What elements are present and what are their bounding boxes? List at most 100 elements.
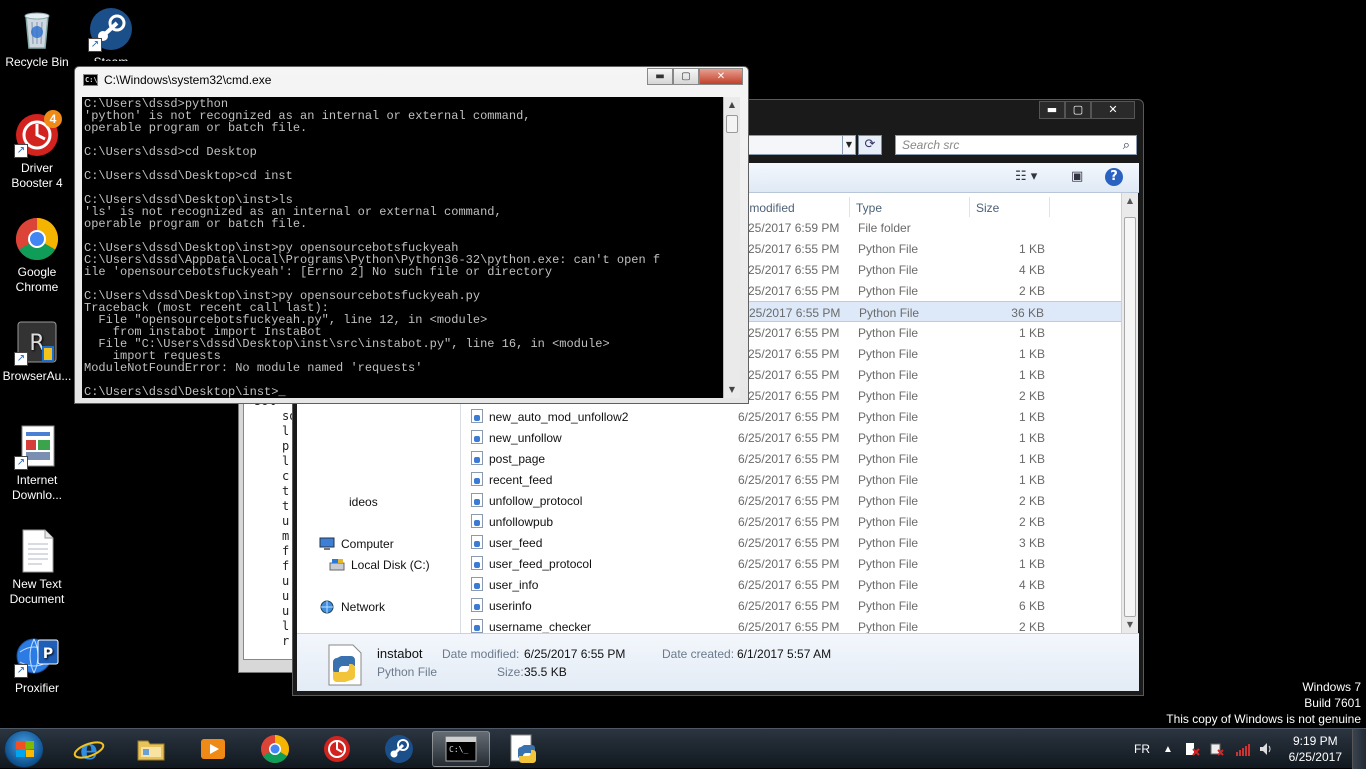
svg-text:e: e — [80, 733, 98, 765]
help-icon[interactable]: ? — [1105, 168, 1123, 186]
file-type: Python File — [858, 452, 919, 466]
explorer-maximize-button[interactable]: ▢ — [1065, 101, 1091, 119]
file-row[interactable]: new_unfollow 6/25/2017 6:55 PM Python File… — [471, 427, 1135, 448]
taskbar-file-explorer[interactable] — [122, 731, 180, 767]
scrollbar-thumb[interactable] — [1124, 217, 1136, 617]
file-row[interactable]: user_feed_protocol 6/25/2017 6:55 PM Pytho… — [471, 553, 1135, 574]
console-output[interactable]: C:\Users\dssd>python 'python' is not rec… — [82, 97, 723, 398]
file-row[interactable]: unfollowpub 6/25/2017 6:55 PM Python File 2… — [471, 511, 1135, 532]
column-header-size[interactable]: Size — [976, 201, 999, 215]
column-separator[interactable] — [1049, 197, 1050, 217]
language-indicator[interactable]: FR — [1134, 729, 1150, 769]
scroll-up-icon[interactable]: ▲ — [1122, 193, 1138, 209]
preview-pane-icon[interactable]: ▣ — [1071, 169, 1083, 184]
taskbar-internet-explorer[interactable]: e — [60, 731, 118, 767]
show-hidden-icons[interactable]: ▲ — [1163, 729, 1173, 769]
file-type: Python File — [858, 473, 919, 487]
file-size: 4 KB — [1018, 263, 1045, 277]
local-disk-icon — [329, 558, 345, 572]
column-header-type[interactable]: Type — [856, 201, 882, 215]
column-separator[interactable] — [969, 197, 970, 217]
file-date: 6/25/2017 6:55 PM — [738, 599, 840, 613]
nav-videos[interactable]: ideos — [349, 495, 378, 509]
scroll-down-icon[interactable]: ▼ — [1122, 617, 1138, 633]
scroll-down-icon[interactable]: ▼ — [724, 382, 740, 398]
file-row[interactable]: user_feed 6/25/2017 6:55 PM Python File 3 K… — [471, 532, 1135, 553]
file-date: 6/25/2017 6:55 PM — [738, 410, 840, 424]
file-date: 6/25/2017 6:59 PM — [738, 221, 840, 235]
file-size: 1 KB — [1018, 326, 1045, 340]
nav-network[interactable]: Network — [319, 600, 385, 614]
column-separator[interactable] — [849, 197, 850, 217]
action-center-icon[interactable] — [1184, 729, 1200, 769]
steam-shortcut[interactable]: ↗ Steam — [76, 6, 146, 61]
nav-computer[interactable]: Computer — [319, 537, 394, 551]
python-icon — [510, 734, 536, 763]
system-clock[interactable]: 9:19 PM 6/25/2017 — [1289, 733, 1342, 765]
taskbar-driver-booster[interactable] — [308, 731, 366, 767]
file-row[interactable]: user_info 6/25/2017 6:55 PM Python File 4 K… — [471, 574, 1135, 595]
refresh-icon[interactable]: ⟳ — [858, 135, 882, 155]
show-desktop-button[interactable] — [1352, 729, 1366, 769]
file-size: 6 KB — [1018, 599, 1045, 613]
nav-local-disk[interactable]: Local Disk (C:) — [329, 558, 430, 572]
taskbar-media-player[interactable] — [184, 731, 242, 767]
internet-download-manager-icon: ↗ — [14, 424, 60, 470]
search-icon: ⌕ — [1122, 137, 1130, 152]
taskbar-chrome[interactable] — [246, 731, 304, 767]
chrome-icon — [14, 216, 60, 262]
python-file-icon — [471, 535, 483, 549]
file-date: 6/25/2017 6:55 PM — [738, 389, 840, 403]
address-dropdown-icon[interactable]: ▼ — [842, 135, 856, 155]
start-button[interactable] — [4, 730, 44, 768]
explorer-minimize-button[interactable]: ▬ — [1039, 101, 1065, 119]
python-file-icon — [471, 598, 483, 612]
explorer-caption-buttons: ▬ ▢ ✕ — [1039, 101, 1135, 119]
file-name: user_feed — [489, 536, 543, 550]
file-row[interactable]: userinfo 6/25/2017 6:55 PM Python File 6 KB — [471, 595, 1135, 616]
taskbar-cmd[interactable]: C:\_ — [432, 731, 490, 767]
scroll-up-icon[interactable]: ▲ — [724, 97, 740, 113]
cmd-minimize-button[interactable]: ▬ — [647, 68, 673, 85]
file-date: 6/25/2017 6:55 PM — [738, 578, 840, 592]
details-modified-value: 6/25/2017 6:55 PM — [524, 647, 626, 661]
nav-computer-label: Computer — [341, 537, 394, 551]
python-file-icon — [471, 514, 483, 528]
cmd-close-button[interactable]: ✕ — [699, 68, 743, 85]
file-row[interactable]: new_auto_mod_unfollow2 6/25/2017 6:55 PM P… — [471, 406, 1135, 427]
recycle-bin-shortcut[interactable]: Recycle Bin — [2, 6, 72, 70]
view-options-icon[interactable]: ☷ ▾ — [1015, 169, 1037, 184]
file-list-scrollbar[interactable]: ▲ ▼ — [1121, 193, 1138, 633]
file-date: 6/25/2017 6:55 PM — [738, 515, 840, 529]
safely-remove-hardware-icon[interactable] — [1208, 729, 1224, 769]
chevron-up-icon: ▲ — [1163, 743, 1173, 755]
cmd-maximize-button[interactable]: ▢ — [673, 68, 699, 85]
search-input[interactable]: Search src ⌕ — [895, 135, 1137, 155]
file-row[interactable]: unfollow_protocol 6/25/2017 6:55 PM Python… — [471, 490, 1135, 511]
new-text-document-shortcut[interactable]: New Text Document — [2, 528, 72, 607]
address-field[interactable] — [738, 135, 856, 155]
proxifier-shortcut[interactable]: P ↗ Proxifier — [2, 632, 72, 696]
chrome-shortcut[interactable]: Google Chrome — [2, 216, 72, 295]
internet-download-shortcut[interactable]: ↗ Internet Downlo... — [2, 424, 72, 503]
file-date: 6/25/2017 6:55 PM — [738, 557, 840, 571]
browserau-shortcut[interactable]: R ↗ BrowserAu... — [2, 320, 72, 384]
details-created-value: 6/1/2017 5:57 AM — [737, 647, 832, 661]
taskbar-steam[interactable] — [370, 731, 428, 767]
explorer-close-button[interactable]: ✕ — [1091, 101, 1135, 119]
cmd-scrollbar[interactable]: ▲ ▼ — [723, 97, 740, 398]
file-name: new_auto_mod_unfollow2 — [489, 410, 629, 424]
background-window[interactable]: sol l p l c t t u m f f u u u l r sol — [238, 385, 304, 673]
cmd-title-bar[interactable]: C:\ C:\Windows\system32\cmd.exe — [83, 73, 271, 87]
volume-icon[interactable] — [1258, 729, 1274, 769]
file-row[interactable]: recent_feed 6/25/2017 6:55 PM Python File 1… — [471, 469, 1135, 490]
taskbar-python[interactable] — [494, 731, 552, 767]
file-row[interactable]: post_page 6/25/2017 6:55 PM Python File 1 K… — [471, 448, 1135, 469]
file-size: 2 KB — [1018, 389, 1045, 403]
file-type: Python File — [858, 620, 919, 634]
network-status-icon[interactable] — [1234, 729, 1252, 769]
scrollbar-thumb[interactable] — [726, 115, 738, 133]
file-date: 6/25/2017 6:55 PM — [738, 347, 840, 361]
cmd-window[interactable]: C:\ C:\Windows\system32\cmd.exe ▬ ▢ ✕ C:… — [74, 66, 749, 404]
driver-booster-shortcut[interactable]: 4 ↗ Driver Booster 4 — [2, 110, 72, 191]
